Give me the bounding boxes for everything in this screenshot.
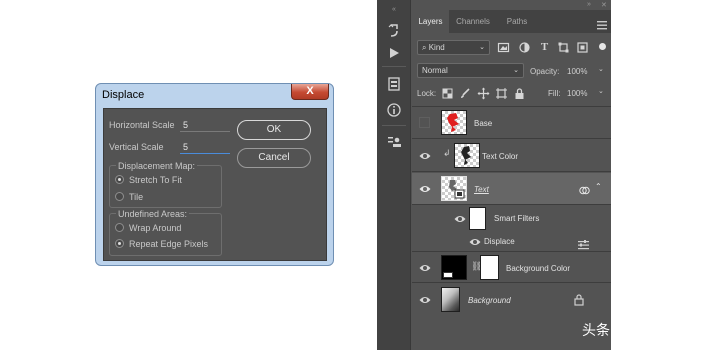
divider bbox=[382, 66, 406, 67]
opacity-chevron-icon[interactable]: ⌄ bbox=[598, 65, 604, 73]
watermark: 头条 @设绘谣 bbox=[582, 323, 671, 339]
undefined-areas-group bbox=[109, 213, 222, 256]
blending-options-icon[interactable] bbox=[578, 237, 589, 250]
layers-panel: « Layers Channels Paths » ✕ ⌕ Kind ⌄ T N… bbox=[377, 0, 611, 350]
layer-name[interactable]: Text Color bbox=[482, 152, 518, 161]
horizontal-scale-label: Horizontal Scale bbox=[109, 120, 175, 130]
layer-name[interactable]: Base bbox=[474, 119, 492, 128]
layer-row-text[interactable]: Text ⌃ bbox=[412, 173, 611, 205]
opacity-label: Opacity: bbox=[530, 67, 560, 76]
fill-value[interactable]: 100% bbox=[567, 89, 587, 98]
lock-label: Lock: bbox=[417, 89, 437, 98]
type-filter-icon[interactable]: T bbox=[538, 41, 551, 54]
layer-name[interactable]: Text bbox=[474, 185, 489, 194]
layer-row-background[interactable]: Background bbox=[412, 284, 611, 316]
eye-icon[interactable] bbox=[469, 237, 481, 247]
vertical-scale-label: Vertical Scale bbox=[109, 142, 164, 152]
play-action-icon[interactable] bbox=[386, 45, 402, 61]
layer-row-base[interactable]: Base bbox=[412, 107, 611, 139]
close-button[interactable]: X bbox=[291, 84, 329, 100]
filter-kind-select[interactable]: ⌕ Kind ⌄ bbox=[417, 40, 490, 55]
stretch-to-fit-radio[interactable] bbox=[115, 175, 124, 184]
cancel-button[interactable]: Cancel bbox=[237, 148, 311, 168]
collapse-icon[interactable]: « bbox=[386, 2, 402, 18]
filter-kind-label: Kind bbox=[428, 43, 445, 52]
stretch-to-fit-label[interactable]: Stretch To Fit bbox=[129, 175, 182, 185]
layer-row-text-color[interactable]: ↲ Text Color bbox=[412, 140, 611, 172]
tile-radio[interactable] bbox=[115, 192, 124, 201]
fill-label: Fill: bbox=[548, 89, 561, 98]
expand-icon[interactable]: » bbox=[587, 1, 591, 8]
layer-thumbnail bbox=[454, 143, 480, 168]
smart-filter-badge-icon[interactable] bbox=[579, 183, 590, 195]
layer-row-smart-filters[interactable]: Smart Filters bbox=[412, 206, 611, 231]
tile-label[interactable]: Tile bbox=[129, 192, 143, 202]
close-panel-icon[interactable]: ✕ bbox=[601, 1, 607, 9]
search-icon: ⌕ bbox=[422, 43, 427, 52]
layer-thumbnail bbox=[441, 176, 467, 201]
ok-button[interactable]: OK bbox=[237, 120, 311, 140]
vertical-scale-input[interactable]: 5 bbox=[180, 141, 230, 154]
shape-filter-icon[interactable] bbox=[557, 41, 570, 54]
filter-toggle[interactable] bbox=[599, 43, 606, 50]
chevron-up-icon[interactable]: ⌃ bbox=[595, 182, 602, 191]
visibility-toggle-off[interactable] bbox=[419, 117, 430, 128]
repeat-edge-pixels-label[interactable]: Repeat Edge Pixels bbox=[129, 239, 208, 249]
layer-mask-thumbnail bbox=[480, 255, 499, 280]
dialog-body: Horizontal Scale 5 Vertical Scale 5 OK C… bbox=[103, 108, 327, 261]
tab-channels[interactable]: Channels bbox=[450, 10, 496, 33]
history-icon[interactable] bbox=[386, 22, 402, 38]
smart-filters-label[interactable]: Smart Filters bbox=[494, 214, 539, 223]
info-icon[interactable] bbox=[386, 102, 402, 118]
dialog-title: Displace bbox=[102, 89, 145, 101]
tab-paths[interactable]: Paths bbox=[498, 10, 536, 33]
pixel-filter-icon[interactable] bbox=[497, 41, 510, 54]
displacement-map-title: Displacement Map: bbox=[116, 161, 198, 171]
adjustments-icon[interactable] bbox=[386, 134, 402, 150]
repeat-edge-pixels-radio[interactable] bbox=[115, 239, 124, 248]
horizontal-scale-input[interactable]: 5 bbox=[180, 119, 230, 132]
blend-mode-select[interactable]: Normal ⌄ bbox=[417, 63, 524, 78]
eye-icon[interactable] bbox=[454, 214, 466, 224]
filter-name[interactable]: Displace bbox=[484, 237, 515, 246]
layer-row-background-color[interactable]: ⛓ Background Color bbox=[412, 252, 611, 283]
eye-icon[interactable] bbox=[419, 151, 431, 161]
displacement-map-group bbox=[109, 165, 222, 208]
adjustment-filter-icon[interactable] bbox=[518, 41, 531, 54]
properties-icon[interactable] bbox=[386, 76, 402, 92]
eye-icon[interactable] bbox=[419, 184, 431, 194]
lock-transparent-icon[interactable] bbox=[441, 87, 454, 100]
eye-icon[interactable] bbox=[419, 263, 431, 273]
undefined-areas-title: Undefined Areas: bbox=[116, 209, 190, 219]
tab-bar: Layers Channels Paths bbox=[412, 10, 611, 33]
lock-all-icon[interactable] bbox=[513, 87, 526, 100]
panel-menu-icon[interactable] bbox=[597, 17, 607, 30]
layer-thumbnail bbox=[441, 110, 467, 135]
fill-icon bbox=[443, 272, 453, 278]
layer-name[interactable]: Background Color bbox=[506, 264, 570, 273]
smart-object-filter-icon[interactable] bbox=[576, 41, 589, 54]
lock-pixels-brush-icon[interactable] bbox=[459, 87, 472, 100]
chevron-down-icon: ⌄ bbox=[479, 44, 485, 51]
filter-mask-thumbnail bbox=[469, 207, 486, 230]
layer-name[interactable]: Background bbox=[468, 296, 511, 305]
fill-layer-thumbnail bbox=[441, 255, 467, 280]
layer-thumbnail bbox=[441, 287, 460, 312]
tool-strip: « bbox=[377, 0, 411, 350]
displace-dialog: Displace X Horizontal Scale 5 Vertical S… bbox=[95, 83, 334, 266]
opacity-value[interactable]: 100% bbox=[567, 67, 587, 76]
clipping-mask-icon: ↲ bbox=[443, 148, 451, 158]
wrap-around-radio[interactable] bbox=[115, 223, 124, 232]
tab-layers[interactable]: Layers bbox=[412, 10, 449, 33]
eye-icon[interactable] bbox=[419, 295, 431, 305]
wrap-around-label[interactable]: Wrap Around bbox=[129, 223, 181, 233]
layer-row-displace[interactable]: Displace bbox=[412, 232, 611, 252]
divider bbox=[382, 125, 406, 126]
lock-icon bbox=[574, 293, 584, 306]
chevron-down-icon: ⌄ bbox=[513, 67, 519, 74]
fill-chevron-icon[interactable]: ⌄ bbox=[598, 87, 604, 95]
lock-artboard-icon[interactable] bbox=[495, 87, 508, 100]
blend-mode-value: Normal bbox=[422, 66, 448, 75]
lock-position-move-icon[interactable] bbox=[477, 87, 490, 100]
